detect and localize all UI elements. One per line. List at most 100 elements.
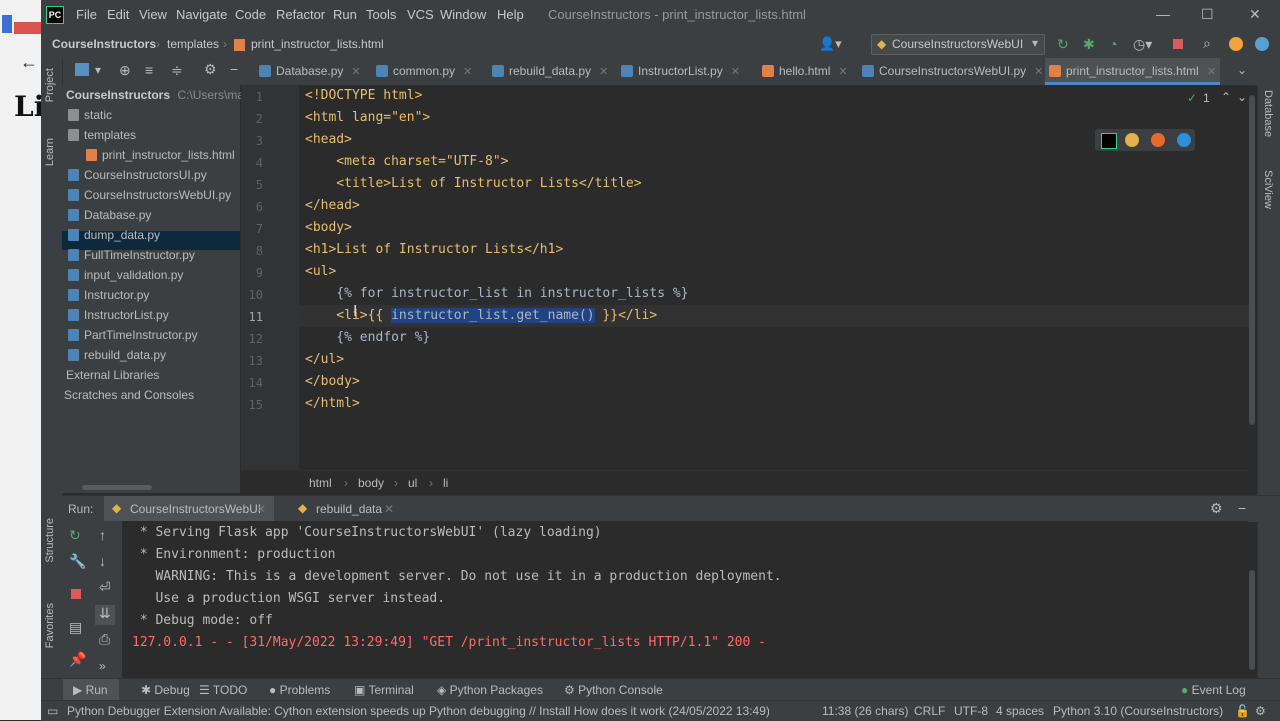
code-editor[interactable]: <!DOCTYPE html> <html lang="en"> <head> … — [299, 85, 1249, 470]
profile-icon[interactable]: ◷▾ — [1133, 36, 1152, 53]
tree-item-instructor-py[interactable]: Instructor.py — [68, 288, 149, 302]
previous-highlight-icon[interactable]: ⌃ — [1221, 90, 1231, 104]
wrench-icon[interactable]: 🔧 — [69, 553, 86, 570]
caret-position[interactable]: 11:38 (26 chars) — [822, 704, 909, 718]
lock-icon[interactable]: 🔓 — [1235, 704, 1250, 718]
tree-item-print-instructor-lists-html[interactable]: print_instructor_lists.html — [86, 148, 235, 162]
menu-edit[interactable]: Edit — [107, 7, 129, 22]
user-icon[interactable]: 👤▾ — [819, 36, 842, 52]
more-icon[interactable]: » — [99, 659, 106, 673]
menu-run[interactable]: Run — [333, 7, 357, 22]
menu-code[interactable]: Code — [235, 7, 266, 22]
tree-item-parttimeinstructor-py[interactable]: PartTimeInstructor.py — [68, 328, 198, 342]
tree-item-static[interactable]: static — [68, 108, 112, 122]
run-console[interactable]: * Serving Flask app 'CourseInstructorsWe… — [122, 521, 1248, 678]
scroll-down-icon[interactable]: ↓ — [99, 553, 106, 569]
minimize-icon[interactable]: — — [1156, 6, 1170, 22]
collapse-all-icon[interactable]: ≑ — [171, 62, 183, 79]
breadcrumb-project[interactable]: CourseInstructors — [52, 37, 156, 51]
console-scrollbar[interactable] — [1249, 570, 1255, 670]
project-root[interactable]: CourseInstructors C:\Users\mar — [66, 88, 248, 102]
tree-item-courseinstructorsui-py[interactable]: CourseInstructorsUI.py — [68, 168, 207, 182]
menu-tools[interactable]: Tools — [366, 7, 396, 22]
tree-item-templates[interactable]: templates — [68, 128, 136, 142]
sciview-tool-window[interactable]: SciView — [1262, 170, 1274, 209]
layout-toggle-icon[interactable]: ▭ — [47, 704, 58, 718]
tree-item-scratches[interactable]: Scratches and Consoles — [64, 388, 194, 402]
project-tool-window[interactable]: Project — [44, 68, 56, 102]
menu-vcs[interactable]: VCS — [407, 7, 434, 22]
firefox-icon[interactable] — [1151, 133, 1165, 147]
file-encoding[interactable]: UTF-8 — [954, 704, 988, 718]
close-tab-icon[interactable]: ✕ — [731, 66, 740, 78]
crumb-html[interactable]: html — [309, 476, 332, 490]
event-log-button[interactable]: ● Event Log — [1181, 683, 1246, 697]
bottom-tab-python-console[interactable]: ⚙ Python Console — [564, 683, 663, 697]
tabs-overflow-icon[interactable]: ⌄ — [1237, 63, 1247, 77]
debug-icon[interactable]: ✱ — [1083, 36, 1095, 53]
close-tab-icon[interactable]: ✕ — [256, 502, 266, 516]
next-highlight-icon[interactable]: ⌄ — [1237, 90, 1247, 104]
tree-item-dump-data-py[interactable]: dump_data.py — [68, 228, 160, 242]
soft-wrap-icon[interactable]: ⏎ — [99, 579, 111, 596]
maximize-icon[interactable]: ☐ — [1201, 6, 1214, 23]
line-separator[interactable]: CRLF — [914, 704, 945, 718]
tree-item-courseinstructorswebui-py[interactable]: CourseInstructorsWebUI.py — [68, 188, 231, 202]
bottom-tab-todo[interactable]: ☰ TODO — [199, 683, 247, 697]
settings-sync-icon[interactable] — [1255, 37, 1269, 51]
tree-item-database-py[interactable]: Database.py — [68, 208, 151, 222]
pycharm-browser-icon[interactable] — [1101, 133, 1117, 149]
chrome-icon[interactable] — [1125, 133, 1139, 147]
print-icon[interactable]: ⎙ — [99, 631, 110, 648]
editor-scrollbar[interactable] — [1249, 95, 1255, 425]
close-tab-icon[interactable]: ✕ — [599, 66, 608, 78]
search-icon[interactable]: ⌕ — [1203, 35, 1211, 52]
close-tab-icon[interactable]: ✕ — [838, 66, 847, 78]
tree-item-instructorlist-py[interactable]: InstructorList.py — [68, 308, 169, 322]
tab-database-py[interactable]: Database.py ✕ — [259, 58, 361, 85]
tree-item-rebuild-data-py[interactable]: rebuild_data.py — [68, 348, 166, 362]
rerun-icon[interactable]: ↻ — [1057, 36, 1069, 53]
layout-icon[interactable]: ▤ — [69, 619, 82, 636]
menu-view[interactable]: View — [139, 7, 167, 22]
view-dropdown-icon[interactable]: ▾ — [95, 63, 101, 77]
breadcrumb-file[interactable]: print_instructor_lists.html — [251, 37, 384, 51]
coverage-icon[interactable]: ◔ — [1109, 36, 1117, 52]
bottom-tab-problems[interactable]: ● Problems — [269, 683, 330, 697]
update-icon[interactable] — [1229, 37, 1243, 51]
expand-all-icon[interactable]: ≡ — [145, 62, 153, 78]
browser-tab[interactable] — [14, 22, 42, 34]
run-config-select[interactable]: ◆ CourseInstructorsWebUI ▾ — [871, 34, 1045, 55]
bottom-tab-run[interactable]: ▶ Run — [73, 683, 108, 697]
project-view-icon[interactable] — [75, 63, 89, 76]
menu-navigate[interactable]: Navigate — [176, 7, 227, 22]
crumb-li[interactable]: li — [443, 476, 448, 490]
rerun-icon[interactable]: ↻ — [69, 527, 81, 544]
status-message[interactable]: Python Debugger Extension Available: Cyt… — [67, 704, 807, 718]
notifications-icon[interactable]: ⚙ — [1255, 704, 1266, 718]
tab-common-py[interactable]: common.py ✕ — [376, 58, 472, 85]
pin-icon[interactable]: 📌 — [69, 651, 86, 668]
close-icon[interactable]: ✕ — [1249, 6, 1261, 23]
inspection-ok-icon[interactable]: ✓ — [1187, 91, 1197, 105]
tab-instructorlist-py[interactable]: InstructorList.py ✕ — [621, 58, 740, 85]
menu-window[interactable]: Window — [440, 7, 486, 22]
back-arrow-icon[interactable]: ← — [20, 52, 38, 73]
tree-item-input-validation-py[interactable]: input_validation.py — [68, 268, 183, 282]
favorites-tool-window[interactable]: Favorites — [44, 603, 56, 648]
close-tab-icon[interactable]: ✕ — [463, 66, 472, 78]
menu-refactor[interactable]: Refactor — [276, 7, 325, 22]
tree-item-external-libraries[interactable]: External Libraries — [66, 368, 159, 382]
scroll-to-end-icon[interactable]: ⇊ — [99, 605, 111, 622]
structure-tool-window[interactable]: Structure — [44, 518, 56, 563]
bottom-tab-terminal[interactable]: ▣ Terminal — [354, 683, 414, 697]
tab-hello-html[interactable]: hello.html ✕ — [762, 58, 848, 85]
horizontal-scrollbar[interactable] — [82, 485, 152, 490]
stop-icon[interactable] — [71, 589, 81, 599]
learn-tool-window[interactable]: Learn — [44, 138, 56, 166]
breadcrumb-templates[interactable]: templates — [167, 37, 219, 51]
run-tab-courseinstructorswebui[interactable]: ◆ CourseInstructorsWebUI ✕ — [104, 496, 274, 524]
scroll-up-icon[interactable]: ↑ — [99, 527, 106, 543]
hide-panel-icon[interactable]: − — [230, 61, 238, 77]
close-tab-icon[interactable]: ✕ — [351, 66, 360, 78]
